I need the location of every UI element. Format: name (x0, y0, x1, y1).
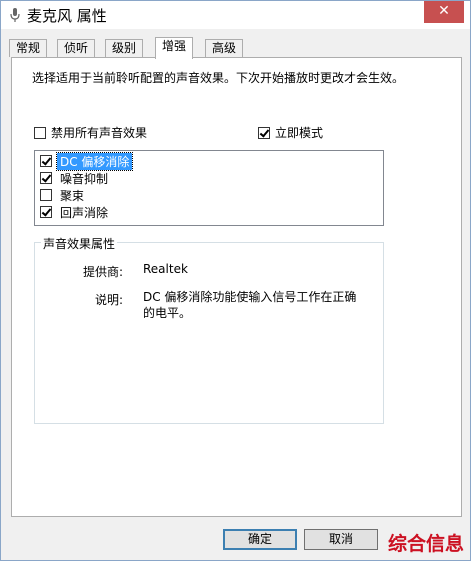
microphone-icon (10, 8, 20, 22)
tab-advanced[interactable]: 高级 (205, 39, 244, 57)
list-item[interactable]: 聚束 (40, 187, 87, 203)
enhancements-description: 选择适用于当前聆听配置的声音效果。下次开始播放时更改才会生效。 (32, 71, 405, 85)
effect-label: 回声消除 (60, 205, 109, 220)
effect-label: 噪音抑制 (60, 171, 109, 186)
watermark-logo: 综合信息 (387, 533, 464, 555)
immediate-mode-checkbox[interactable]: 立即模式 (258, 126, 323, 140)
immediate-mode-label: 立即模式 (275, 126, 324, 140)
description-value: DC 偏移消除功能使输入信号工作在正确的电平。 (143, 290, 357, 320)
list-item[interactable]: 回声消除 (40, 204, 111, 220)
tab-strip: 常规 侦听 级别 增强 高级 (9, 37, 464, 59)
checkbox-box[interactable] (258, 127, 270, 139)
list-item[interactable]: 噪音抑制 (40, 170, 111, 186)
group-title: 声音效果属性 (41, 235, 118, 252)
enhancements-panel: 选择适用于当前聆听配置的声音效果。下次开始播放时更改才会生效。 禁用所有声音效果… (11, 57, 462, 517)
tab-levels[interactable]: 级别 (105, 39, 144, 57)
list-item[interactable]: DC 偏移消除 (40, 151, 134, 171)
effect-label: 聚束 (60, 188, 85, 203)
ok-button[interactable]: 确定 (223, 529, 297, 550)
disable-all-effects-checkbox[interactable]: 禁用所有声音效果 (34, 126, 147, 140)
disable-all-effects-label: 禁用所有声音效果 (51, 126, 148, 140)
checkbox-box[interactable] (40, 189, 52, 201)
checkbox-box[interactable] (40, 172, 52, 184)
checkbox-box[interactable] (40, 155, 52, 167)
effect-properties-group: 声音效果属性 提供商: Realtek 说明: DC 偏移消除功能使输入信号工作… (34, 235, 384, 424)
window-title: 麦克风 属性 (27, 7, 107, 25)
tab-enhancements[interactable]: 增强 (155, 37, 194, 59)
provider-label: 提供商: (83, 265, 124, 279)
checkbox-box[interactable] (34, 127, 46, 139)
description-label: 说明: (95, 293, 124, 307)
checkbox-box[interactable] (40, 206, 52, 218)
provider-value: Realtek (143, 262, 188, 276)
tab-general[interactable]: 常规 (9, 39, 48, 57)
properties-window: 麦克风 属性 ✕ 常规 侦听 级别 增强 高级 选择适用于当前聆听配置的声音效果… (0, 0, 471, 561)
cancel-button[interactable]: 取消 (304, 529, 378, 550)
title-bar[interactable]: 麦克风 属性 ✕ (1, 1, 470, 29)
effects-list[interactable]: DC 偏移消除 噪音抑制 聚束 回声消除 (34, 150, 384, 226)
close-button[interactable]: ✕ (424, 1, 464, 23)
effect-label: DC 偏移消除 (55, 151, 134, 171)
tab-listen[interactable]: 侦听 (57, 39, 96, 57)
